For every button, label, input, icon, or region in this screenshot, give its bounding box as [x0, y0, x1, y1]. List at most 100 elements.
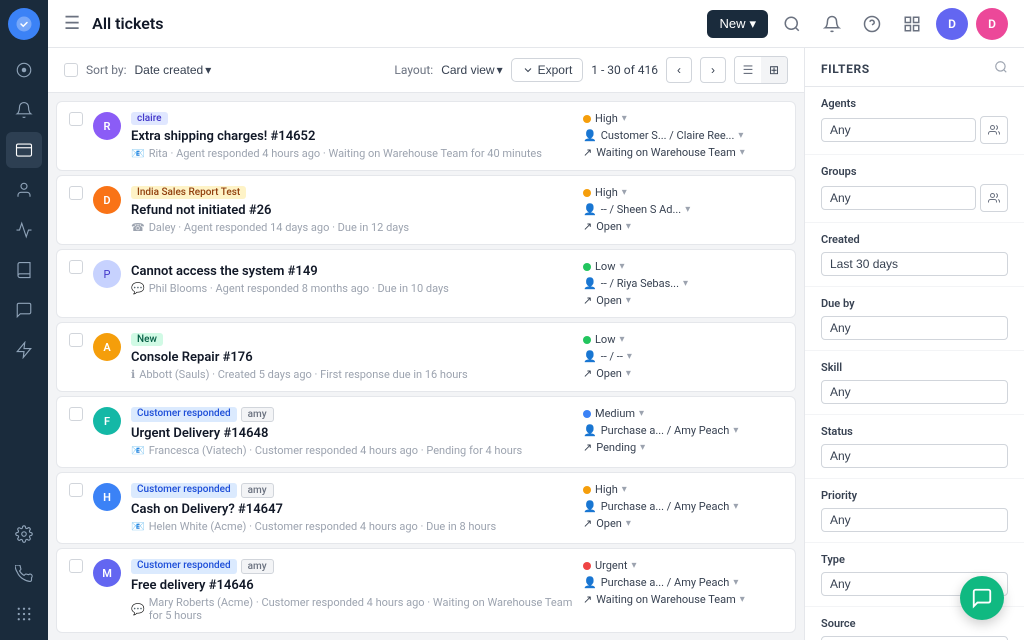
- status-attr[interactable]: ↗ Waiting on Warehouse Team ▾: [583, 593, 745, 606]
- skill-select[interactable]: Any: [821, 380, 1008, 404]
- table-row[interactable]: P Cannot access the system #149 💬 Phil B…: [56, 249, 796, 318]
- table-row[interactable]: M Customer responded amy Free delivery #…: [56, 548, 796, 633]
- sidebar-logo[interactable]: [8, 8, 40, 40]
- ticket-checkbox[interactable]: [69, 333, 83, 347]
- priority-dot: [583, 336, 591, 344]
- status-label: Pending: [596, 441, 636, 454]
- ticket-title: Cannot access the system #149: [131, 264, 573, 279]
- ticket-attrs: Low ▾ 👤 -- / -- ▾ ↗ Open ▾: [583, 333, 783, 380]
- table-row[interactable]: R claire Extra shipping charges! #14652 …: [56, 101, 796, 171]
- table-row[interactable]: A New Console Repair #176 ℹ Abbott (Saul…: [56, 322, 796, 392]
- sidebar-item-grid[interactable]: [6, 596, 42, 632]
- assignee-label: -- / Sheen S Ad...: [601, 203, 681, 216]
- ticket-checkbox[interactable]: [69, 483, 83, 497]
- ticket-info: Customer responded amy Cash on Delivery?…: [131, 483, 573, 533]
- menu-icon[interactable]: ☰: [64, 13, 80, 34]
- assignee-attr[interactable]: 👤 Purchase a... / Amy Peach ▾: [583, 500, 738, 513]
- sidebar-item-integrations[interactable]: [6, 332, 42, 368]
- tag: Customer responded: [131, 483, 237, 498]
- status-attr[interactable]: ↗ Waiting on Warehouse Team ▾: [583, 146, 745, 159]
- priority-attr[interactable]: High ▾: [583, 186, 627, 199]
- grid-icon-button[interactable]: [896, 8, 928, 40]
- card-view-button[interactable]: ⊞: [761, 57, 787, 83]
- ticket-title: Extra shipping charges! #14652: [131, 129, 573, 144]
- sidebar-item-settings[interactable]: [6, 516, 42, 552]
- chevron-down-icon: ▾: [626, 295, 631, 306]
- created-select[interactable]: Last 30 days Today Last 7 days This mont…: [821, 252, 1008, 276]
- groups-row: Any: [821, 184, 1008, 212]
- ticket-info: India Sales Report Test Refund not initi…: [131, 186, 573, 234]
- priority-select[interactable]: Any: [821, 508, 1008, 532]
- chat-fab-button[interactable]: [960, 576, 1004, 620]
- priority-attr[interactable]: Low ▾: [583, 333, 625, 346]
- status-select[interactable]: Any: [821, 444, 1008, 468]
- priority-attr[interactable]: Low ▾: [583, 260, 625, 273]
- priority-attr[interactable]: High ▾: [583, 483, 627, 496]
- layout-button[interactable]: Card view ▾: [441, 63, 502, 77]
- status-attr[interactable]: ↗ Open ▾: [583, 220, 631, 233]
- search-icon-button[interactable]: [776, 8, 808, 40]
- assignee-attr[interactable]: 👤 Customer S... / Claire Ree... ▾: [583, 129, 743, 142]
- avatar: R: [93, 112, 121, 140]
- status-icon: ↗: [583, 294, 592, 307]
- ticket-checkbox[interactable]: [69, 260, 83, 274]
- status-attr[interactable]: ↗ Open ▾: [583, 367, 631, 380]
- sidebar-item-notifications[interactable]: [6, 92, 42, 128]
- status-attr[interactable]: ↗ Pending ▾: [583, 441, 645, 454]
- status-attr[interactable]: ↗ Open ▾: [583, 517, 631, 530]
- table-row[interactable]: F Customer responded amy Urgent Delivery…: [56, 396, 796, 468]
- ticket-checkbox[interactable]: [69, 112, 83, 126]
- assignee-attr[interactable]: 👤 Purchase a... / Amy Peach ▾: [583, 424, 738, 437]
- priority-attr[interactable]: Urgent ▾: [583, 559, 636, 572]
- ticket-list: R claire Extra shipping charges! #14652 …: [48, 93, 804, 640]
- assignee-attr[interactable]: 👤 Purchase a... / Amy Peach ▾: [583, 576, 738, 589]
- table-row[interactable]: D India Sales Report Test Refund not ini…: [56, 175, 796, 245]
- assignee-attr[interactable]: 👤 -- / -- ▾: [583, 350, 632, 363]
- secondary-avatar[interactable]: D: [976, 8, 1008, 40]
- ticket-checkbox[interactable]: [69, 186, 83, 200]
- new-button[interactable]: New ▾: [707, 10, 768, 38]
- sidebar-item-tickets[interactable]: [6, 132, 42, 168]
- sidebar-item-contacts[interactable]: [6, 172, 42, 208]
- tickets-toolbar: Sort by: Date created ▾ Layout: Card vie…: [48, 48, 804, 93]
- help-icon-button[interactable]: [856, 8, 888, 40]
- user-avatar[interactable]: D: [936, 8, 968, 40]
- sidebar-item-phone[interactable]: [6, 556, 42, 592]
- next-page-button[interactable]: ›: [700, 57, 726, 83]
- avatar: H: [93, 483, 121, 511]
- groups-icon-button[interactable]: [980, 184, 1008, 212]
- list-view-button[interactable]: ☰: [735, 57, 761, 83]
- ticket-checkbox[interactable]: [69, 407, 83, 421]
- priority-attr[interactable]: High ▾: [583, 112, 627, 125]
- assignee-attr[interactable]: 👤 -- / Riya Sebas... ▾: [583, 277, 688, 290]
- sidebar-item-reports[interactable]: [6, 212, 42, 248]
- sidebar-item-home[interactable]: [6, 52, 42, 88]
- filter-label-due-by: Due by: [821, 297, 1008, 310]
- ticket-tags: claire: [131, 112, 573, 125]
- filter-search-icon[interactable]: [994, 60, 1008, 78]
- filter-label-status: Status: [821, 425, 1008, 438]
- sidebar-item-chat[interactable]: [6, 292, 42, 328]
- agents-select[interactable]: Any: [821, 118, 976, 142]
- tag: amy: [241, 407, 274, 422]
- groups-select[interactable]: Any: [821, 186, 976, 210]
- status-attr[interactable]: ↗ Open ▾: [583, 294, 631, 307]
- layout-label: Layout:: [394, 63, 433, 77]
- agents-icon-button[interactable]: [980, 116, 1008, 144]
- select-all-checkbox[interactable]: [64, 63, 78, 77]
- ticket-title: Cash on Delivery? #14647: [131, 502, 573, 517]
- prev-page-button[interactable]: ‹: [666, 57, 692, 83]
- priority-attr[interactable]: Medium ▾: [583, 407, 644, 420]
- bell-icon-button[interactable]: [816, 8, 848, 40]
- assignee-attr[interactable]: 👤 -- / Sheen S Ad... ▾: [583, 203, 690, 216]
- assignee-label: Purchase a... / Amy Peach: [601, 500, 730, 513]
- table-row[interactable]: H Customer responded amy Cash on Deliver…: [56, 472, 796, 544]
- sort-button[interactable]: Date created ▾: [135, 63, 212, 77]
- export-button[interactable]: Export: [511, 58, 584, 82]
- due-by-select[interactable]: Any: [821, 316, 1008, 340]
- ticket-checkbox[interactable]: [69, 559, 83, 573]
- source-select[interactable]: Any: [821, 636, 1008, 640]
- status-label: Open: [596, 367, 622, 380]
- tag: New: [131, 333, 163, 346]
- sidebar-item-kb[interactable]: [6, 252, 42, 288]
